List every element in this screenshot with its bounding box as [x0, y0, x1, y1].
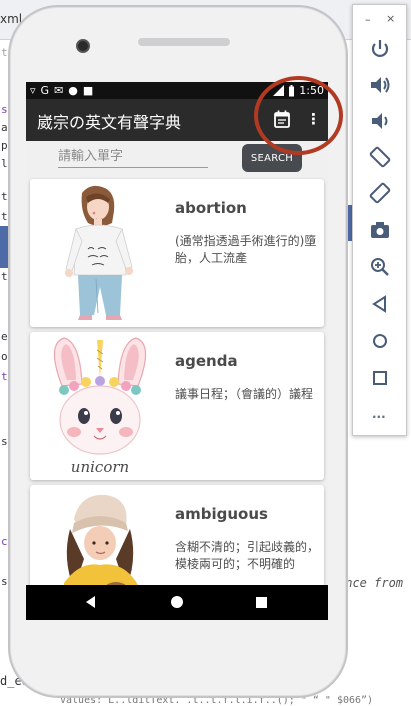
emulator-control-panel: – × ...: [352, 4, 407, 436]
close-icon[interactable]: ×: [386, 12, 395, 25]
svg-text:unicorn: unicorn: [71, 458, 129, 476]
gutter-char: s: [1, 575, 8, 588]
gutter-char: t: [1, 370, 8, 383]
unicorn-bunny-illustration: unicorn: [53, 337, 147, 476]
app-title: 崴宗の英文有聲字典: [37, 113, 182, 132]
volume-up-icon[interactable]: [368, 73, 392, 97]
gutter-char: t: [1, 270, 8, 283]
word-title: ambiguous: [175, 505, 268, 523]
nav-back-icon[interactable]: [86, 596, 95, 608]
word-definition: (通常指透過手術進行的)墮胎，人工流產: [175, 234, 317, 265]
notification-icon: ▿: [30, 84, 36, 97]
gutter-char: s: [1, 103, 8, 116]
word-definition: 含糊不清的；引起歧義的，模棱兩可的；不明確的: [175, 540, 320, 571]
back-icon[interactable]: [368, 292, 392, 316]
gutter-char: c: [1, 535, 8, 548]
rotate-left-icon[interactable]: [368, 145, 392, 169]
google-icon: G: [40, 84, 50, 97]
gutter-char: l: [1, 157, 8, 170]
search-input[interactable]: [58, 146, 208, 168]
gutter-char: a: [1, 121, 8, 134]
volume-down-icon[interactable]: [368, 109, 392, 133]
nav-home-icon[interactable]: [171, 596, 183, 608]
minimize-icon[interactable]: –: [365, 13, 371, 26]
record-icon: ●: [68, 84, 78, 97]
android-nav-bar: [26, 585, 328, 620]
power-icon[interactable]: [368, 37, 392, 61]
gutter-char: o: [1, 350, 8, 363]
camera-icon[interactable]: [368, 218, 392, 242]
annotation-circle: [254, 76, 343, 155]
gutter-char: e: [1, 330, 8, 343]
word-card[interactable]: abortion (通常指透過手術進行的)墮胎，人工流產: [30, 179, 324, 327]
word-title: abortion: [175, 199, 247, 217]
rotate-right-icon[interactable]: [368, 181, 392, 205]
woman-illustration: [65, 185, 133, 320]
phone-screen: ▿ G ✉ ● ■ 1:50 崴宗の英文有聲字典 ⋮ SEARCH: [26, 82, 328, 620]
zoom-in-icon[interactable]: [368, 255, 392, 279]
gutter-char: t: [1, 210, 8, 223]
front-camera: [76, 39, 90, 53]
home-icon[interactable]: [368, 329, 392, 353]
gutter-char: t: [1, 46, 8, 59]
gutter-char: p: [1, 139, 8, 152]
more-controls-icon[interactable]: ...: [372, 407, 386, 421]
word-title: agenda: [175, 352, 238, 370]
gutter-char: s: [1, 435, 8, 448]
gutter-char: t: [1, 190, 8, 203]
word-definition: 議事日程；（會議的）議程: [175, 387, 314, 401]
word-card[interactable]: unicorn agenda 議事日程；（會議的）議程: [30, 332, 324, 480]
storage-icon: ■: [82, 84, 94, 97]
mail-icon: ✉: [54, 84, 64, 97]
overview-icon[interactable]: [368, 366, 392, 390]
nav-recent-apps-icon[interactable]: [256, 597, 267, 608]
earpiece-speaker: [138, 38, 230, 46]
